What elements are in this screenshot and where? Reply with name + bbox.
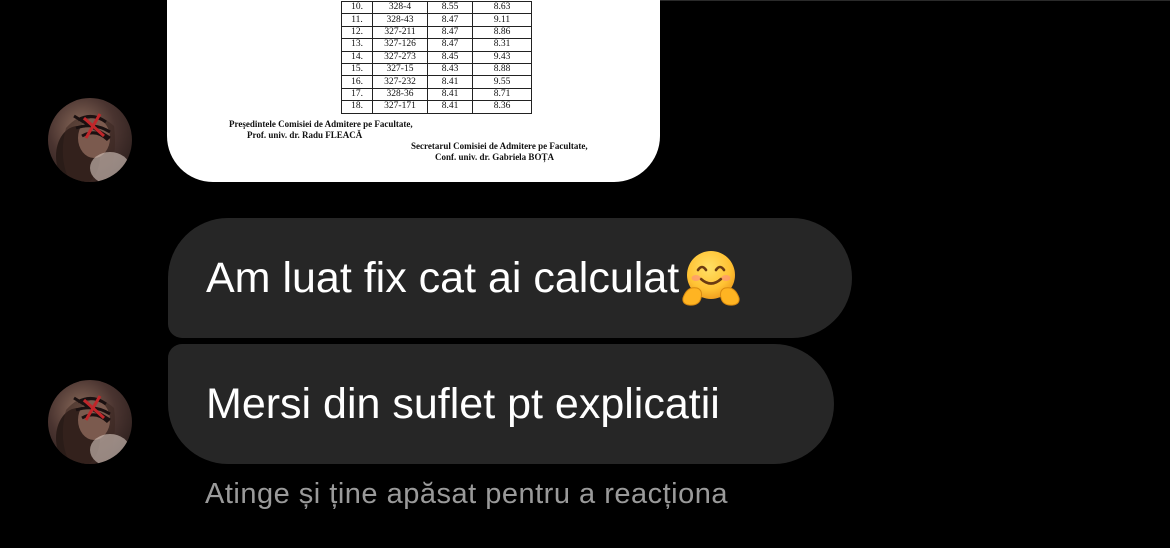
table-cell: 9.43 [472,50,532,64]
table-row: 13. 327-126 8.47 8.31 [341,38,532,52]
table-row: 10. 328-4 8.55 8.63 [341,0,532,15]
hugging-face-emoji-icon [681,248,741,308]
table-row: 12. 327-211 8.47 8.86 [341,25,532,40]
chat-screen: 10. 328-4 8.55 8.63 11. 328-43 8.47 9.11 12. 327-… [0,0,1170,548]
table-cell: 8.36 [472,100,532,114]
table-cell: 9.11 [472,13,532,27]
avatar-image [56,113,130,182]
avatar[interactable] [48,380,132,464]
table-cell: 8.71 [472,87,532,102]
table-cell: 8.41 [427,75,473,89]
table-row: 15. 327-15 8.43 8.88 [341,62,532,77]
signature-right-title: Secretarul Comisiei de Admitere pe Facul… [411,141,588,151]
avatar-image [56,395,130,464]
message-bubble[interactable]: Am luat fix cat ai calculat [168,218,852,338]
table-cell: 8.86 [472,25,532,40]
signature-right-name: Conf. univ. dr. Gabriela BOȚA [435,152,554,162]
table-row: 18. 327-171 8.41 8.36 [341,100,532,114]
table-cell: 9.55 [472,75,532,89]
table-cell: 327-232 [372,75,428,89]
reaction-hint: Atinge și ține apăsat pentru a reacționa [205,478,728,510]
message-text: Am luat fix cat ai calculat [206,253,680,302]
table-cell: 15. [341,62,373,77]
table-cell: 8.31 [472,38,532,52]
table-cell: 12. [341,25,373,40]
table-cell: 8.47 [427,25,473,40]
table-row: 16. 327-232 8.41 9.55 [341,75,532,89]
table-cell: 8.41 [427,87,473,102]
table-cell: 8.47 [427,13,473,27]
table-row: 14. 327-273 8.45 9.43 [341,50,532,64]
results-table: 10. 328-4 8.55 8.63 11. 328-43 8.47 9.11 12. 327-… [341,0,532,114]
divider [660,0,1170,1]
table-cell: 327-15 [372,62,428,77]
avatar[interactable] [48,98,132,182]
table-cell: 17. [341,87,373,102]
table-cell: 327-171 [372,100,428,114]
table-cell: 327-211 [372,25,428,40]
table-cell: 13. [341,38,373,52]
message-text: Mersi din suflet pt explicatii [206,379,720,428]
table-cell: 16. [341,75,373,89]
table-cell: 8.88 [472,62,532,77]
table-cell: 8.43 [427,62,473,77]
signature-left-title: Preşedintele Comisiei de Admitere pe Fac… [229,119,413,129]
table-cell: 14. [341,50,373,64]
table-cell: 8.45 [427,50,473,64]
table-cell: 10. [341,0,373,15]
table-cell: 8.55 [427,0,473,15]
table-cell: 8.63 [472,0,532,15]
table-cell: 18. [341,100,373,114]
table-cell: 328-43 [372,13,428,27]
table-row: 11. 328-43 8.47 9.11 [341,13,532,27]
signature-left-name: Prof. univ. dr. Radu FLEACĂ [247,130,363,140]
table-cell: 8.41 [427,100,473,114]
table-cell: 327-126 [372,38,428,52]
table-cell: 328-4 [372,0,428,15]
table-cell: 11. [341,13,373,27]
table-row: 17. 328-36 8.41 8.71 [341,87,532,102]
table-cell: 8.47 [427,38,473,52]
table-cell: 327-273 [372,50,428,64]
table-cell: 328-36 [372,87,428,102]
message-bubble[interactable]: Mersi din suflet pt explicatii [168,344,834,464]
image-message[interactable]: 10. 328-4 8.55 8.63 11. 328-43 8.47 9.11 12. 327-… [167,0,660,182]
